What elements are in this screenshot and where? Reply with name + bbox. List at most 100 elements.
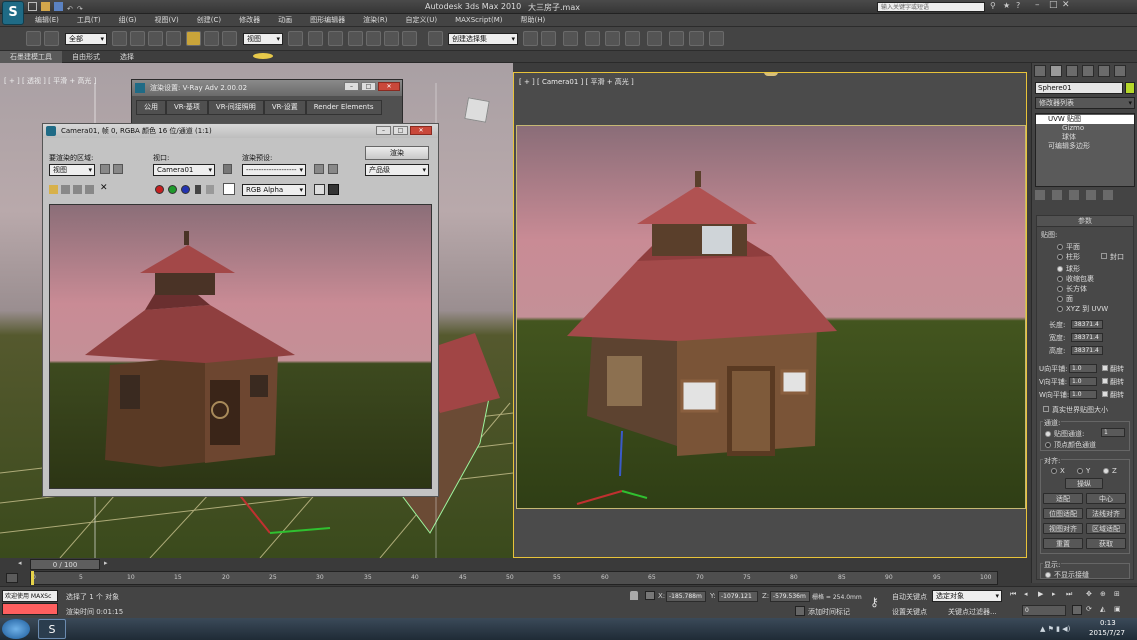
auto-key-label[interactable]: 自动关键点 (892, 592, 927, 602)
tab-render-elements[interactable]: Render Elements (305, 100, 382, 115)
set-key-label[interactable]: 设置关键点 (892, 607, 927, 617)
u-tile-spinner[interactable]: 1.0 (1069, 364, 1097, 373)
bitmap-fit-button[interactable]: 位图适配 (1043, 508, 1083, 519)
zoom-all-icon[interactable]: ⊞ (1114, 590, 1120, 598)
keyboard-shortcut-icon[interactable] (328, 31, 343, 46)
selection-filter-combo[interactable]: 全部 (65, 33, 107, 45)
auto-region-icon[interactable] (113, 164, 123, 174)
search-input[interactable]: 输入关键字或短语 (877, 2, 985, 12)
maximize-button[interactable]: □ (1049, 0, 1058, 10)
fov-icon[interactable]: ◭ (1100, 605, 1105, 613)
render-minimize-button[interactable]: – (376, 126, 391, 135)
align-icon[interactable] (541, 31, 556, 46)
vray-minimize-button[interactable]: – (344, 82, 359, 91)
ribbon-tab-graphite[interactable]: 石墨建模工具 (0, 51, 62, 63)
create-tab-icon[interactable] (1034, 65, 1046, 77)
menu-modifiers[interactable]: 修改器 (230, 14, 269, 27)
rotate-icon[interactable] (204, 31, 219, 46)
window-crossing-icon[interactable] (166, 31, 181, 46)
select-manipulate-icon[interactable] (308, 31, 323, 46)
modify-tab-icon[interactable] (1050, 65, 1062, 77)
menu-animation[interactable]: 动画 (269, 14, 301, 27)
redo-icon[interactable]: ↷ (77, 5, 83, 13)
pin-stack-icon[interactable] (1035, 190, 1045, 200)
mirror-icon[interactable] (523, 31, 538, 46)
map-channel-radio[interactable]: 贴图通道: (1045, 429, 1084, 439)
menu-graph-editors[interactable]: 图形编辑器 (301, 14, 354, 27)
print-icon[interactable] (85, 185, 94, 194)
reset-button[interactable]: 重置 (1043, 538, 1083, 549)
menu-help[interactable]: 帮助(H) (512, 14, 555, 27)
save-file-icon[interactable] (54, 2, 63, 11)
render-close-button[interactable]: ✕ (410, 126, 432, 135)
remove-modifier-icon[interactable] (1086, 190, 1096, 200)
acquire-button[interactable]: 获取 (1086, 538, 1126, 549)
manipulate-button[interactable]: 操纵 (1065, 478, 1103, 489)
render-button[interactable]: 渲染 (365, 146, 429, 160)
stack-item-gizmo[interactable]: Gizmo (1036, 124, 1134, 133)
menu-customize[interactable]: 自定义(U) (396, 14, 446, 27)
info-icon[interactable]: ? (1016, 1, 1020, 10)
start-button[interactable] (2, 619, 30, 639)
menu-edit[interactable]: 编辑(E) (26, 14, 68, 27)
render-maximize-button[interactable]: □ (393, 126, 408, 135)
add-time-tag[interactable]: 添加时间标记 (808, 607, 850, 617)
utilities-tab-icon[interactable] (1114, 65, 1126, 77)
copy-image-icon[interactable] (61, 185, 70, 194)
mapping-xyz[interactable]: XYZ 到 UVW (1057, 304, 1108, 314)
maxscript-listener[interactable]: 欢迎使用 MAXSc (2, 590, 58, 602)
output-quality-combo[interactable]: 产品级 (365, 164, 429, 176)
render-setup-icon[interactable] (669, 31, 684, 46)
u-flip-checkbox[interactable]: 翻转 (1102, 364, 1124, 374)
render-preset-combo[interactable]: -------------------- (242, 164, 306, 176)
ribbon-tab-selection[interactable]: 选择 (110, 51, 144, 63)
selected-object-combo[interactable]: 选定对象 (932, 590, 1002, 602)
tab-vr-base[interactable]: VR-基项 (166, 100, 208, 115)
v-tile-spinner[interactable]: 1.0 (1069, 377, 1097, 386)
menu-maxscript[interactable]: MAXScript(M) (446, 14, 511, 27)
view-align-button[interactable]: 视图对齐 (1043, 523, 1083, 534)
vray-maximize-button[interactable]: □ (361, 82, 376, 91)
prev-frame-icon[interactable]: ◂ (1024, 590, 1028, 598)
viewport-combo[interactable]: Camera01 (153, 164, 215, 176)
close-button[interactable]: ✕ (1062, 0, 1070, 10)
modifier-list-combo[interactable]: 修改器列表 (1035, 97, 1135, 109)
rect-region-icon[interactable] (148, 31, 163, 46)
percent-snap-icon[interactable] (384, 31, 399, 46)
pan-view-icon[interactable]: ✥ (1086, 590, 1092, 598)
make-unique-icon[interactable] (1069, 190, 1079, 200)
parameters-header[interactable]: 参数 (1037, 216, 1133, 227)
edit-region-icon[interactable] (100, 164, 110, 174)
search-icon[interactable]: ⚲ (990, 1, 996, 10)
curve-editor-icon[interactable] (605, 31, 620, 46)
orbit-icon[interactable]: ⟳ (1086, 605, 1092, 613)
select-by-name-icon[interactable] (130, 31, 145, 46)
absolute-mode-icon[interactable] (645, 591, 655, 600)
lock-viewport-icon[interactable] (223, 164, 232, 174)
edit-named-sel-icon[interactable] (428, 31, 443, 46)
save-image-icon[interactable] (49, 185, 58, 194)
fit-button[interactable]: 适配 (1043, 493, 1083, 504)
move-icon[interactable] (186, 31, 201, 46)
stack-item-sphere[interactable]: 球体 (1036, 133, 1134, 142)
axis-z-radio[interactable]: Z (1103, 467, 1117, 475)
tab-vr-gi[interactable]: VR-间接照明 (207, 100, 264, 115)
clone-window-icon[interactable] (73, 185, 82, 194)
add-time-tag-icon[interactable] (795, 606, 805, 616)
swatch-color-icon[interactable] (223, 183, 235, 195)
x-coord-field[interactable]: -185.788m (666, 591, 706, 602)
next-frame-icon[interactable]: ▸ (1052, 590, 1056, 598)
mapping-planar[interactable]: 平面 (1057, 242, 1080, 252)
current-frame-field[interactable]: 0 (1022, 605, 1066, 616)
undo-icon[interactable]: ↶ (67, 5, 73, 13)
link-icon[interactable] (26, 31, 41, 46)
red-channel-icon[interactable] (155, 185, 164, 194)
mapping-cylindrical[interactable]: 柱形 (1057, 252, 1080, 262)
z-coord-field[interactable]: -579.536m (770, 591, 810, 602)
display-channel-combo[interactable]: RGB Alpha (242, 184, 306, 196)
mapping-box[interactable]: 长方体 (1057, 284, 1087, 294)
named-selection-combo[interactable]: 创建选择集 (448, 33, 518, 45)
material-editor-icon[interactable] (647, 31, 662, 46)
axis-y-radio[interactable]: Y (1077, 467, 1090, 475)
toggle-ui-icon[interactable] (328, 184, 339, 195)
